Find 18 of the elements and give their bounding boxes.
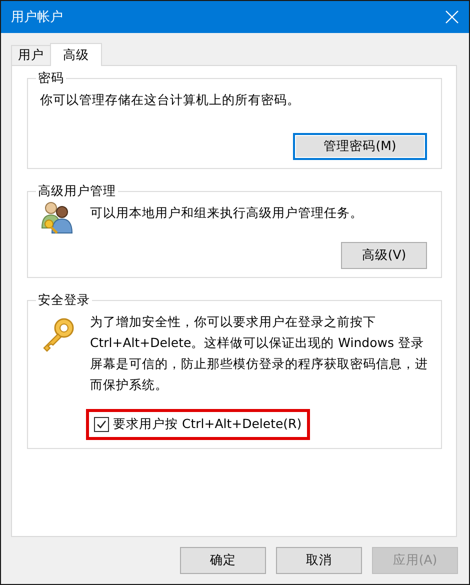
tab[interactable]: 高级 (50, 43, 102, 66)
group-title: 安全登录 (36, 291, 92, 309)
checkbox-label[interactable]: 要求用户按 Ctrl+Alt+Delete(R) (113, 416, 302, 433)
close-icon[interactable] (445, 10, 459, 24)
description-text: 你可以管理存储在这台计算机上的所有密码。 (40, 91, 301, 109)
checkbox[interactable] (94, 417, 109, 432)
action-button[interactable]: 管理密码(M) (293, 133, 427, 160)
group-title: 密码 (36, 69, 66, 87)
dialog-button[interactable]: 确定 (180, 547, 266, 574)
users-icon (40, 200, 74, 234)
checkmark-icon (96, 419, 107, 430)
description-text: 为了增加安全性，你可以要求用户在登录之前按下 Ctrl+Alt+Delete。这样做可以保证出现的 Windows 登录屏幕是可信的，防止那些模仿登录的程序获取密码信息，进而保护系统。 (90, 313, 429, 394)
tab[interactable]: 用户 (11, 45, 51, 65)
group-title: 高级用户管理 (36, 182, 118, 200)
dialog-button[interactable]: 取消 (276, 547, 362, 574)
action-button[interactable]: 高级(V) (341, 242, 427, 269)
description-text: 可以用本地用户和组来执行高级用户管理任务。 (90, 204, 364, 222)
window-title: 用户帐户 (11, 9, 63, 26)
